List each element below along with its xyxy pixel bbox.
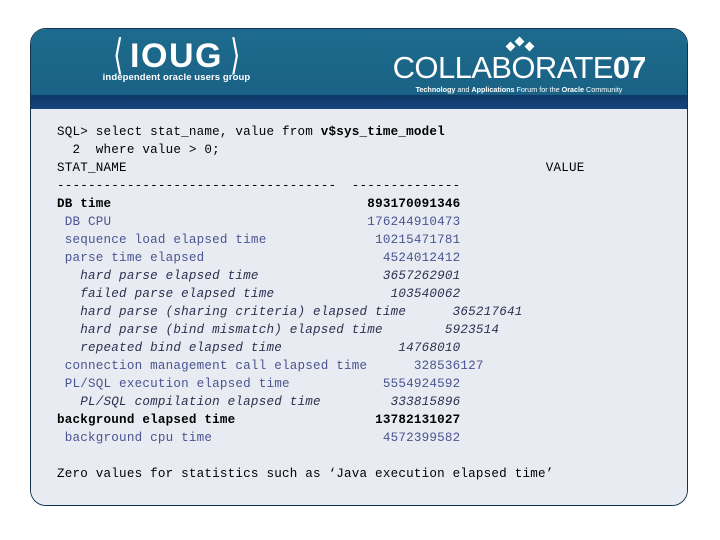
header-accent-band (31, 95, 687, 109)
stat-value-cell: 365217641 (413, 305, 523, 319)
stat-value-cell: 3657262901 (351, 269, 461, 283)
collaborate-tagline-part-4: Forum for the (514, 85, 562, 94)
collaborate-tagline-part-6: Community (584, 85, 623, 94)
sql-result-rows: DB time 893170091346 DB CPU 176244910473… (57, 195, 687, 447)
ioug-wordmark: IOUG (130, 37, 223, 75)
stat-name-cell: hard parse (bind mismatch) elapsed time (57, 323, 391, 337)
collaborate-logo: COLLABORATE07 Technology and Application… (385, 36, 653, 95)
stat-value-cell: 4572399582 (351, 431, 461, 445)
stat-name-cell: failed parse elapsed time (57, 287, 352, 301)
slide-card: ⟨ IOUG ⟩ independent oracle users group … (30, 28, 688, 506)
sql-query-line-2: 2 where value > 0; (57, 143, 220, 157)
table-row: failed parse elapsed time 103540062 (57, 285, 687, 303)
sql-view-name: v$sys_time_model (320, 125, 445, 139)
ioug-tagline: independent oracle users group (102, 72, 251, 83)
stat-value-cell: 10215471781 (351, 233, 461, 247)
stat-name-cell: DB CPU (57, 215, 352, 229)
stat-value-cell: 5554924592 (351, 377, 461, 391)
stat-name-cell: repeated bind elapsed time (57, 341, 352, 355)
stat-value-cell: 4524012412 (351, 251, 461, 265)
stat-name-cell: background cpu time (57, 431, 352, 445)
stat-name-cell: PL/SQL execution elapsed time (57, 377, 352, 391)
slide-canvas: ⟨ IOUG ⟩ independent oracle users group … (0, 0, 720, 540)
stat-value-cell: 5923514 (390, 323, 500, 337)
footer-note: Zero values for statistics such as ‘Java… (57, 467, 554, 481)
sql-prompt-text: SQL> select stat_name, value from (57, 125, 321, 139)
table-row: sequence load elapsed time 10215471781 (57, 231, 687, 249)
collaborate-wordmark: COLLABORATE07 (385, 52, 653, 84)
stat-name-cell: sequence load elapsed time (57, 233, 352, 247)
stat-value-cell: 13782131027 (351, 413, 461, 427)
collaborate-tagline: Technology and Applications Forum for th… (385, 85, 653, 95)
slide-content: SQL> select stat_name, value from v$sys_… (31, 109, 687, 505)
table-row: PL/SQL execution elapsed time 5554924592 (57, 375, 687, 393)
table-row: hard parse elapsed time 3657262901 (57, 267, 687, 285)
stat-value-cell: 103540062 (351, 287, 461, 301)
stat-value-cell: 14768010 (351, 341, 461, 355)
table-row: DB CPU 176244910473 (57, 213, 687, 231)
collaborate-diamonds-icon (385, 36, 653, 52)
table-row: repeated bind elapsed time 14768010 (57, 339, 687, 357)
stat-value-cell: 176244910473 (351, 215, 461, 229)
table-row: DB time 893170091346 (57, 195, 687, 213)
table-row: connection management call elapsed time … (57, 357, 687, 375)
sql-column-header: STAT_NAME VALUE (57, 161, 585, 175)
ioug-logo: ⟨ IOUG ⟩ independent oracle users group (69, 33, 284, 91)
stat-name-cell: hard parse (sharing criteria) elapsed ti… (57, 305, 414, 319)
table-row: hard parse (bind mismatch) elapsed time … (57, 321, 687, 339)
table-row: background elapsed time 13782131027 (57, 411, 687, 429)
stat-name-cell: background elapsed time (57, 413, 352, 427)
stat-name-cell: DB time (57, 197, 352, 211)
table-row: PL/SQL compilation elapsed time 33381589… (57, 393, 687, 411)
table-row: parse time elapsed 4524012412 (57, 249, 687, 267)
stat-name-cell: PL/SQL compilation elapsed time (57, 395, 352, 409)
spacer-line (57, 447, 687, 465)
sql-column-separator: ------------------------------------ ---… (57, 179, 461, 193)
slide-header: ⟨ IOUG ⟩ independent oracle users group … (31, 29, 687, 95)
stat-name-cell: connection management call elapsed time (57, 359, 376, 373)
sql-terminal-output: SQL> select stat_name, value from v$sys_… (31, 119, 687, 483)
ioug-left-bracket-icon: ⟨ (112, 33, 123, 79)
stat-name-cell: parse time elapsed (57, 251, 352, 265)
ioug-right-bracket-icon: ⟩ (230, 33, 241, 79)
table-row: background cpu time 4572399582 (57, 429, 687, 447)
collaborate-tagline-part-1: Technology (415, 85, 456, 94)
table-row: hard parse (sharing criteria) elapsed ti… (57, 303, 687, 321)
stat-name-cell: hard parse elapsed time (57, 269, 352, 283)
sql-query-line-1: SQL> select stat_name, value from v$sys_… (57, 123, 687, 141)
stat-value-cell: 328536127 (375, 359, 484, 373)
stat-value-cell: 333815896 (351, 395, 461, 409)
collaborate-year: 07 (612, 50, 646, 85)
stat-value-cell: 893170091346 (351, 197, 461, 211)
collaborate-word-text: COLLABORATE (392, 50, 614, 85)
collaborate-tagline-part-3: Applications (471, 85, 515, 94)
collaborate-tagline-part-2: and (455, 85, 472, 94)
collaborate-tagline-part-5: Oracle (561, 85, 585, 94)
